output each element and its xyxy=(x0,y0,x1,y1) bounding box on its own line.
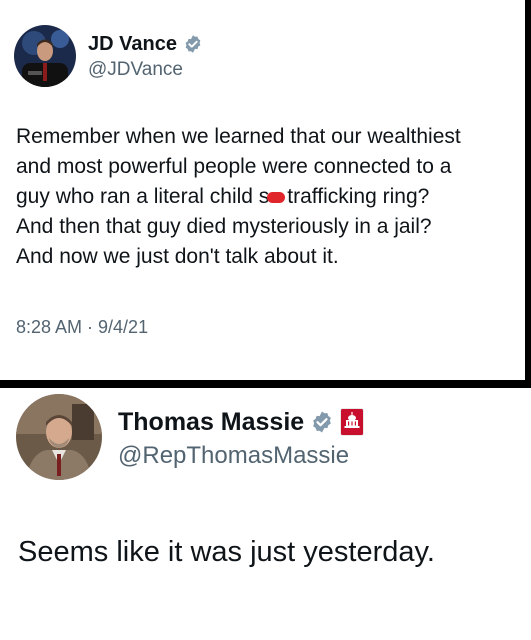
avatar-image xyxy=(14,25,76,87)
tweet-line-end: trafficking ring? xyxy=(287,185,430,208)
tweet-body: Seems like it was just yesterday. xyxy=(18,536,435,568)
tweet-line-redacted: guy who ran a literal child s trafficking… xyxy=(16,182,521,212)
timestamp[interactable]: 8:28 AM · 9/4/21 xyxy=(16,317,148,338)
tweet-separator xyxy=(0,380,531,388)
tweet-line: and most powerful people were connected … xyxy=(16,155,452,178)
congress-affiliation-icon[interactable] xyxy=(340,408,365,436)
tweet-card-jd-vance[interactable]: JD Vance @JDVance Remember when we learn… xyxy=(0,0,531,380)
avatar[interactable] xyxy=(14,25,76,87)
verified-badge-icon xyxy=(183,34,203,54)
avatar[interactable] xyxy=(16,394,102,480)
handle[interactable]: @JDVance xyxy=(88,59,183,81)
tweet-line-start: guy who ran a literal child s xyxy=(16,185,270,208)
tweet-line: Remember when we learned that our wealth… xyxy=(16,125,461,148)
tweet-line: And then that guy died mysteriously in a… xyxy=(16,215,432,238)
tweet-line: And now we just don't talk about it. xyxy=(16,245,339,268)
redaction-mark xyxy=(267,191,286,203)
tweet-card-thomas-massie[interactable]: Thomas Massie @RepThomasMassie Seems lik… xyxy=(0,388,531,640)
avatar-image xyxy=(16,394,102,480)
display-name[interactable]: JD Vance xyxy=(88,33,177,56)
display-name[interactable]: Thomas Massie xyxy=(118,408,304,437)
verified-badge-icon xyxy=(310,410,334,434)
tweet-body: Remember when we learned that our wealth… xyxy=(16,122,521,272)
handle[interactable]: @RepThomasMassie xyxy=(118,442,349,470)
